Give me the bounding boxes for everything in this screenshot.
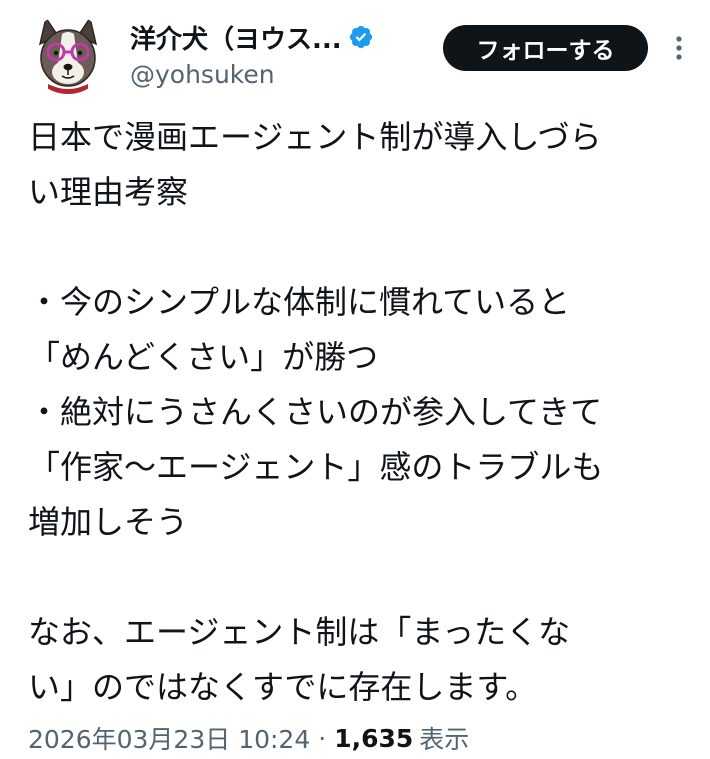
tweet-timestamp[interactable]: 2026年03月23日 10:24: [28, 720, 310, 756]
verified-badge-icon: [348, 24, 374, 50]
tweet-line: 増加しそう: [28, 503, 189, 541]
tweet-line: い」のではなくすでに存在します。: [28, 668, 538, 706]
tweet-line: 「作家〜エージェント」感のトラブルも: [28, 448, 604, 486]
follow-button[interactable]: フォローする: [443, 25, 648, 71]
author-block: 洋介犬（ヨウス... @yohsuken: [130, 20, 430, 89]
more-vertical-icon[interactable]: [668, 32, 690, 64]
author-handle[interactable]: @yohsuken: [130, 60, 430, 89]
tweet-line: ・絶対にうさんくさいのが参入してきて: [28, 393, 603, 431]
tweet-line: 日本で漫画エージェント制が導入しづら: [28, 118, 602, 156]
author-display-name[interactable]: 洋介犬（ヨウス...: [130, 19, 342, 56]
tweet-meta: 2026年03月23日 10:24 · 1,635 表示: [28, 720, 469, 756]
display-name-row: 洋介犬（ヨウス...: [130, 19, 430, 56]
views-label: 表示: [419, 725, 470, 754]
meta-separator: ·: [318, 723, 327, 753]
dog-avatar-icon: [28, 14, 108, 94]
views-count: 1,635: [334, 723, 414, 753]
tweet-line: ・今のシンプルな体制に慣れていると: [28, 283, 571, 321]
avatar[interactable]: [28, 14, 108, 94]
tweet-line: い理由考察: [28, 173, 189, 211]
tweet-line: なお、エージェント制は「まったくな: [28, 613, 571, 651]
tweet-text: 日本で漫画エージェント制が導入しづら い理由考察 ・今のシンプルな体制に慣れてい…: [28, 110, 688, 715]
tweet-header: 洋介犬（ヨウス... @yohsuken フォローする: [0, 0, 710, 110]
tweet-line: 「めんどくさい」が勝つ: [28, 338, 379, 376]
